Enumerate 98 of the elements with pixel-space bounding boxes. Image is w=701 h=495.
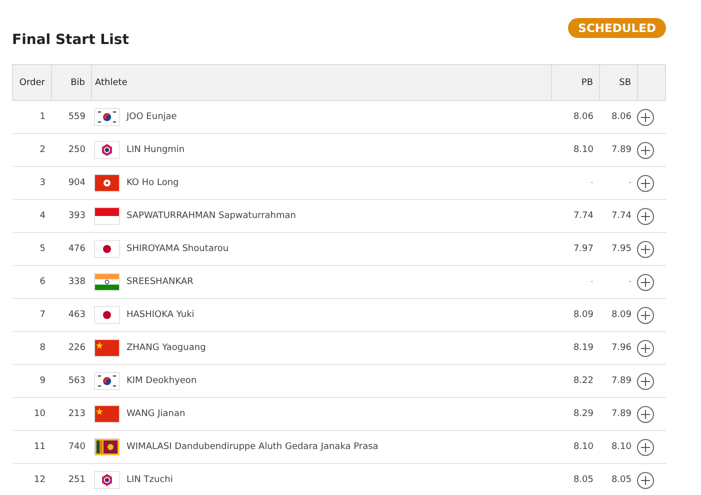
table-cell: 7.74: [552, 200, 600, 232]
table-cell: 10: [12, 398, 52, 430]
athlete-name: KIM Deokhyeon: [126, 376, 197, 386]
table-cell: 740: [52, 430, 92, 464]
table-cell: 563: [52, 364, 92, 398]
flag-icon: [94, 307, 118, 323]
table-cell: 8.10: [552, 134, 600, 166]
table-cell: 8.09: [600, 298, 638, 332]
flag-icon: [94, 241, 118, 257]
expand-button[interactable]: [636, 472, 654, 488]
flag-icon: [94, 472, 118, 488]
table-cell: 4: [12, 200, 52, 232]
flag-icon: [94, 175, 118, 191]
table-cell: 213: [52, 398, 92, 430]
flag-icon: [94, 142, 118, 158]
expand-button[interactable]: [636, 108, 654, 126]
athlete-name: LIN Hungmin: [126, 145, 185, 155]
table-cell: -: [552, 266, 600, 298]
plus-icon: [640, 344, 650, 352]
athlete-name: ZHANG Yaoguang: [126, 343, 206, 353]
table-cell: 8.29: [552, 398, 600, 430]
flag-icon: [94, 340, 118, 356]
table-cell: 2: [12, 134, 52, 166]
athlete-name: WANG Jianan: [126, 409, 186, 419]
expand-button[interactable]: [636, 174, 654, 192]
flag-icon: [94, 109, 118, 125]
athlete-name: SAPWATURRAHMAN Sapwaturrahman: [126, 211, 296, 221]
table-cell: 226: [52, 332, 92, 364]
table-cell: 11: [12, 430, 52, 464]
expand-button[interactable]: [636, 240, 654, 258]
plus-icon: [640, 310, 650, 320]
table-cell: 5: [12, 232, 52, 266]
plus-icon: [640, 178, 650, 188]
flag-icon: [94, 439, 118, 455]
flag-icon: [94, 208, 118, 224]
table-cell: 8.05: [552, 464, 600, 495]
expand-button[interactable]: [636, 142, 654, 158]
table-cell: 8.10: [552, 430, 600, 464]
table-cell: 250: [52, 134, 92, 166]
table-cell: 8: [12, 332, 52, 364]
plus-icon: [640, 244, 650, 254]
athlete-name: HASHIOKA Yuki: [126, 310, 194, 320]
flag-icon: [94, 373, 118, 389]
table-cell: 8.09: [552, 298, 600, 332]
table-cell: 559: [52, 100, 92, 134]
table-cell: 7.89: [600, 364, 638, 398]
column-header: Order: [12, 64, 52, 100]
table-cell: 8.10: [600, 430, 638, 464]
table-cell: 393: [52, 200, 92, 232]
table-cell: 8.06: [600, 100, 638, 134]
flag-icon: [94, 406, 118, 422]
table-cell: 7: [12, 298, 52, 332]
table-cell: 338: [52, 266, 92, 298]
table-cell: 8.06: [552, 100, 600, 134]
plus-icon: [640, 146, 650, 154]
plus-icon: [640, 112, 650, 122]
table-cell: 9: [12, 364, 52, 398]
flag-icon: [94, 274, 118, 290]
plus-icon: [640, 212, 650, 220]
expand-button[interactable]: [636, 372, 654, 390]
table-cell: 1: [12, 100, 52, 134]
table-cell: -: [600, 266, 638, 298]
table-cell: 8.19: [552, 332, 600, 364]
status-badge: SCHEDULED: [568, 18, 666, 38]
section-title: Final Start List: [12, 32, 129, 48]
table-cell: 7.97: [552, 232, 600, 266]
athlete-name: SHIROYAMA Shoutarou: [126, 244, 229, 254]
expand-button[interactable]: [636, 274, 654, 290]
table-cell: 12: [12, 464, 52, 495]
plus-icon: [640, 278, 650, 286]
athlete-name: SREESHANKAR: [126, 277, 194, 287]
table-cell: 6: [12, 266, 52, 298]
athlete-name: WIMALASI Dandubendiruppe Aluth Gedara Janaka Prasa: [126, 442, 378, 452]
column-header: Athlete: [92, 64, 552, 100]
column-header: Bib: [52, 64, 92, 100]
plus-icon: [640, 442, 650, 452]
expand-button[interactable]: [636, 406, 654, 422]
plus-icon: [640, 376, 650, 386]
column-header: PB: [552, 64, 600, 100]
table-cell: -: [600, 166, 638, 200]
plus-icon: [640, 476, 650, 484]
table-cell: 463: [52, 298, 92, 332]
athlete-name: KO Ho Long: [126, 178, 179, 188]
table-cell: 251: [52, 464, 92, 495]
expand-button[interactable]: [636, 208, 654, 224]
athlete-name: LIN Tzuchi: [126, 475, 173, 485]
table-cell: -: [552, 166, 600, 200]
expand-button[interactable]: [636, 438, 654, 456]
table-cell: 904: [52, 166, 92, 200]
table-cell: 476: [52, 232, 92, 266]
table-cell: 8.22: [552, 364, 600, 398]
athlete-name: JOO Eunjae: [126, 112, 177, 122]
table-cell: 7.89: [600, 134, 638, 166]
table-cell: 3: [12, 166, 52, 200]
plus-icon: [640, 410, 650, 418]
column-header: SB: [600, 64, 638, 100]
expand-button[interactable]: [636, 340, 654, 356]
expand-button[interactable]: [636, 306, 654, 324]
